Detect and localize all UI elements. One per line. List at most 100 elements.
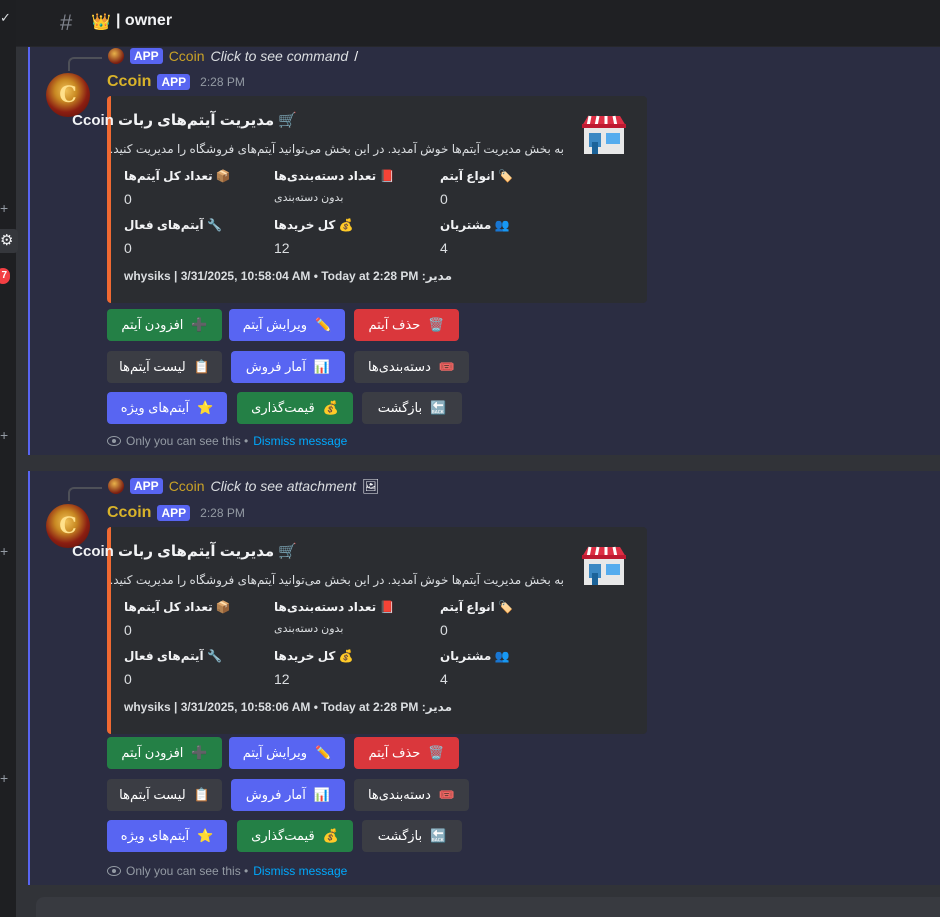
field-name: 🏷️ انواع آیتم <box>440 169 513 183</box>
field-value: بدون دسته‌بندی <box>274 192 344 204</box>
add-item-button[interactable]: ➕ افزودن آیتم <box>107 737 222 769</box>
pricing-button[interactable]: 💰 قیمت‌گذاری <box>237 820 353 852</box>
message-header: Ccoin APP 2:28 PM <box>107 504 245 522</box>
button-label: ویرایش آیتم <box>242 317 308 332</box>
field-name: 💰 کل خریدها <box>274 649 354 663</box>
eye-icon <box>107 436 121 446</box>
notification-badge: 7 <box>0 268 10 284</box>
plus-icon[interactable]: + <box>0 427 10 443</box>
button-label: قیمت‌گذاری <box>251 400 315 415</box>
channel-header: # 👑 | owner <box>16 0 940 47</box>
delete-item-button[interactable]: 🗑️ حذف آیتم <box>354 309 459 341</box>
reply-type-icon: 🖼 <box>362 477 380 494</box>
edit-item-button[interactable]: ✏️ ویرایش آیتم <box>229 309 345 341</box>
field-value: 0 <box>124 240 132 256</box>
money-bag-icon: 💰 <box>322 400 339 415</box>
ticket-icon: 🎟️ <box>438 787 456 802</box>
field-value: 0 <box>440 622 448 638</box>
plus-icon[interactable]: + <box>0 543 10 559</box>
plus-icon[interactable]: + <box>0 200 10 216</box>
add-item-button[interactable]: ➕ افزودن آیتم <box>107 309 222 341</box>
gear-icon[interactable]: ⚙ <box>0 229 18 253</box>
embed-title: 🛒 مدیریت آیتم‌های ربات Ccoin <box>72 112 297 129</box>
item-list-button[interactable]: 📋 لیست آیتم‌ها <box>107 351 222 383</box>
plus-icon: ➕ <box>191 745 208 760</box>
hashtag-icon: # <box>60 10 73 35</box>
reply-command-text[interactable]: Click to see attachment <box>210 478 356 494</box>
plus-icon[interactable]: + <box>0 770 10 786</box>
ephemeral-notice: Only you can see this • Dismiss message <box>107 434 347 448</box>
field-value: 0 <box>124 622 132 638</box>
ephemeral-text: Only you can see this • <box>126 864 249 878</box>
field-name: 📕 تعداد دسته‌بندی‌ها <box>274 600 395 614</box>
channel-title: | owner <box>116 12 173 29</box>
embed: 🛒 مدیریت آیتم‌های ربات Ccoin به بخش مدیر… <box>72 96 647 303</box>
button-label: ویرایش آیتم <box>242 745 308 760</box>
back-button[interactable]: 🔙 بازگشت <box>362 820 462 852</box>
button-label: حذف آیتم <box>368 317 421 332</box>
field-name: 📦 تعداد کل آیتم‌ها <box>124 169 231 183</box>
field-name: 📦 تعداد کل آیتم‌ها <box>124 600 231 614</box>
button-label: حذف آیتم <box>368 745 421 760</box>
edit-item-button[interactable]: ✏️ ویرایش آیتم <box>229 737 345 769</box>
clipboard-icon: 📋 <box>193 787 210 802</box>
dismiss-message-link[interactable]: Dismiss message <box>253 864 347 878</box>
embed-field: 🔧 آیتم‌های فعال 0 <box>124 649 264 687</box>
embed-field: 🏷️ انواع آیتم 0 <box>440 169 590 207</box>
back-icon: 🔙 <box>430 400 447 415</box>
reply-command-text[interactable]: Click to see command <box>210 48 348 64</box>
embed-description: به بخش مدیریت آیتم‌ها خوش آمدید. در این … <box>109 573 564 587</box>
ephemeral-notice: Only you can see this • Dismiss message <box>107 864 347 878</box>
button-label: آمار فروش <box>245 359 306 374</box>
reply-preview[interactable]: APP Ccoin Click to see attachment 🖼 <box>108 477 380 495</box>
eye-icon <box>107 866 121 876</box>
server-rail: ✓ + ⚙ 7 + + + <box>0 0 18 917</box>
author-name[interactable]: Ccoin <box>107 504 151 522</box>
field-value: 12 <box>274 240 290 256</box>
back-button[interactable]: 🔙 بازگشت <box>362 392 462 424</box>
button-label: آیتم‌های ویژه <box>120 400 190 415</box>
embed-field: 📦 تعداد کل آیتم‌ها 0 <box>124 169 264 207</box>
field-name: 👥 مشتریان <box>440 649 510 663</box>
plus-icon: ➕ <box>191 317 208 332</box>
crown-icon: 👑 <box>91 14 111 31</box>
reply-author[interactable]: Ccoin <box>169 48 205 64</box>
pricing-button[interactable]: 💰 قیمت‌گذاری <box>237 392 353 424</box>
field-value: 4 <box>440 671 448 687</box>
app-tag: APP <box>130 48 163 64</box>
sales-stats-button[interactable]: 📊 آمار فروش <box>231 779 345 811</box>
timestamp: 2:28 PM <box>200 506 245 520</box>
dismiss-message-link[interactable]: Dismiss message <box>253 434 347 448</box>
field-name: 💰 کل خریدها <box>274 218 354 232</box>
field-value: 0 <box>124 671 132 687</box>
sales-stats-button[interactable]: 📊 آمار فروش <box>231 351 345 383</box>
message-input[interactable] <box>36 897 940 917</box>
field-value: 12 <box>274 671 290 687</box>
chart-icon: 📊 <box>313 359 331 374</box>
featured-items-button[interactable]: ⭐ آیتم‌های ویژه <box>107 392 227 424</box>
trash-icon: 🗑️ <box>428 745 445 760</box>
featured-items-button[interactable]: ⭐ آیتم‌های ویژه <box>107 820 227 852</box>
categories-button[interactable]: 🎟️ دسته‌بندی‌ها <box>354 351 469 383</box>
field-value: 0 <box>440 191 448 207</box>
button-label: بازگشت <box>377 828 423 843</box>
author-name[interactable]: Ccoin <box>107 73 151 91</box>
categories-button[interactable]: 🎟️ دسته‌بندی‌ها <box>354 779 469 811</box>
reply-connector <box>68 57 102 71</box>
reply-preview[interactable]: APP Ccoin Click to see command / <box>108 47 358 65</box>
app-tag: APP <box>157 505 191 521</box>
reply-author[interactable]: Ccoin <box>169 478 205 494</box>
field-name: 🔧 آیتم‌های فعال <box>124 218 222 232</box>
field-name: 🔧 آیتم‌های فعال <box>124 649 222 663</box>
message: APP Ccoin Click to see attachment 🖼 C Cc… <box>28 471 940 885</box>
star-icon: ⭐ <box>197 828 214 843</box>
button-label: آیتم‌های ویژه <box>120 828 190 843</box>
button-label: افزودن آیتم <box>121 317 184 332</box>
button-label: بازگشت <box>377 400 423 415</box>
delete-item-button[interactable]: 🗑️ حذف آیتم <box>354 737 459 769</box>
ephemeral-text: Only you can see this • <box>126 434 249 448</box>
item-list-button[interactable]: 📋 لیست آیتم‌ها <box>107 779 222 811</box>
chart-icon: 📊 <box>313 787 331 802</box>
embed-title: 🛒 مدیریت آیتم‌های ربات Ccoin <box>72 543 297 560</box>
store-icon <box>582 546 626 585</box>
